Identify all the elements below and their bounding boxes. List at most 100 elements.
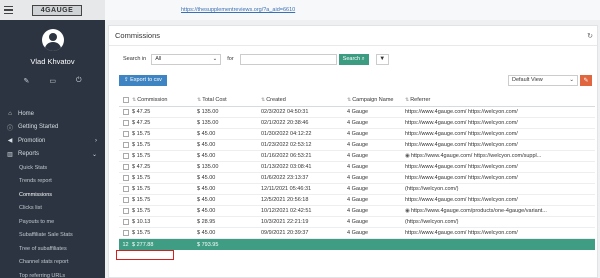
search-button[interactable]: Search ⌕ bbox=[338, 53, 369, 65]
table-row[interactable]: $ 15.75 $ 45.00 01/6/2022 23:13:37 4 Gauge h… bbox=[119, 173, 595, 184]
cell-commission: $ 15.75 bbox=[132, 142, 151, 148]
sort-icon: ⇅ bbox=[261, 96, 266, 103]
cell-referrer: ◉https://www.4gauge.com/ https://welcyon… bbox=[405, 153, 542, 159]
total-count: 12 bbox=[122, 241, 129, 248]
logo: 4GAUGE bbox=[32, 4, 82, 16]
row-checkbox[interactable] bbox=[119, 219, 130, 225]
sidebar-subitem-subaffiliate-sale-stats[interactable]: Subaffiliate Sale Stats bbox=[0, 229, 105, 243]
row-checkbox[interactable] bbox=[119, 175, 130, 181]
cell-campaign: 4 Gauge bbox=[347, 131, 369, 137]
username: Vlad Khvatov bbox=[30, 57, 75, 66]
table-row[interactable]: $ 15.75 $ 45.00 12/5/2021 20:56:18 4 Gauge h… bbox=[119, 195, 595, 206]
refresh-icon[interactable]: ↻ bbox=[587, 32, 593, 40]
eye-icon[interactable]: ◉ bbox=[405, 208, 410, 214]
commissions-panel: Commissions ↻ Search in All ⌄ for Search… bbox=[108, 25, 598, 278]
table-row[interactable]: $ 15.75 $ 45.00 01/23/2022 02:53:12 4 Gauge… bbox=[119, 140, 595, 151]
cell-campaign: 4 Gauge bbox=[347, 197, 369, 203]
filter-button[interactable]: ▼ bbox=[375, 53, 389, 65]
table-row[interactable]: $ 47.25 $ 135.00 01/13/2022 03:08:41 4 Gaug… bbox=[119, 162, 595, 173]
cell-referrer: https://www.4gauge.com/ https://welcyon.… bbox=[405, 175, 518, 181]
row-checkbox[interactable] bbox=[119, 109, 130, 115]
total-cost: $ 793.95 bbox=[197, 241, 219, 248]
sidebar-item-home[interactable]: ⌂ Home bbox=[0, 107, 105, 121]
table-header-row: ⇅Commission ⇅Total Cost ⇅Created ⇅Campai… bbox=[119, 93, 595, 107]
column-header-campaign-name[interactable]: ⇅Campaign Name bbox=[345, 97, 403, 103]
pencil-icon: ✎ bbox=[583, 77, 589, 84]
cell-referrer: ◉https://www.4gauge.com/products/one-4ga… bbox=[405, 208, 547, 214]
select-all-checkbox[interactable] bbox=[119, 96, 130, 103]
row-checkbox[interactable] bbox=[119, 208, 130, 214]
sidebar: 4GAUGE Vlad Khvatov ✎ ▭ ⏻ ⌂ Home ⓘ Getti… bbox=[0, 0, 105, 278]
sidebar-item-getting-started[interactable]: ⓘ Getting Started bbox=[0, 121, 105, 135]
cell-campaign: 4 Gauge bbox=[347, 164, 369, 170]
home-icon: ⌂ bbox=[8, 110, 12, 117]
row-checkbox[interactable] bbox=[119, 131, 130, 137]
cell-created: 01/30/2022 04:12:22 bbox=[261, 131, 312, 137]
pencil-icon[interactable]: ✎ bbox=[23, 77, 29, 85]
sidebar-item-label: Home bbox=[18, 110, 35, 117]
cell-commission: $ 15.75 bbox=[132, 208, 151, 214]
profile: Vlad Khvatov ✎ ▭ ⏻ bbox=[0, 20, 105, 107]
view-select-value: Default View bbox=[512, 77, 543, 83]
monitor-icon[interactable]: ▭ bbox=[49, 77, 56, 85]
column-header-total-cost[interactable]: ⇅Total Cost bbox=[195, 97, 259, 103]
row-checkbox[interactable] bbox=[119, 164, 130, 170]
sidebar-subitem-trends-report[interactable]: Trends report bbox=[0, 175, 105, 189]
cell-created: 10/3/2021 22:21:19 bbox=[261, 219, 309, 225]
cell-campaign: 4 Gauge bbox=[347, 142, 369, 148]
row-checkbox[interactable] bbox=[119, 197, 130, 203]
export-csv-button[interactable]: ⇪ Export to csv bbox=[119, 74, 167, 86]
row-checkbox[interactable] bbox=[119, 120, 130, 126]
cell-created: 10/12/2021 02:42:51 bbox=[261, 208, 312, 214]
sidebar-subitem-payouts[interactable]: Payouts to me bbox=[0, 215, 105, 229]
cell-referrer: https://www.4gauge.com/ https://welcyon.… bbox=[405, 142, 518, 148]
cell-referrer: (https://welcyon.com/) bbox=[405, 219, 459, 225]
chart-icon: ▥ bbox=[7, 151, 13, 158]
search-input[interactable] bbox=[239, 53, 337, 65]
cell-total-cost: $ 135.00 bbox=[197, 164, 219, 170]
sidebar-subitem-channel-stats[interactable]: Channel stats report bbox=[0, 256, 105, 270]
table-toolbar: ⇪ Export to csv Default View ⌄ ✎ bbox=[109, 72, 597, 88]
table-row[interactable]: $ 15.75 $ 45.00 01/16/2022 06:53:21 4 Gauge… bbox=[119, 151, 595, 162]
column-header-commission[interactable]: ⇅Commission bbox=[130, 97, 195, 103]
sidebar-subitem-commissions[interactable]: Commissions bbox=[0, 188, 105, 202]
view-select[interactable]: Default View ⌄ bbox=[508, 74, 578, 86]
row-checkbox[interactable] bbox=[119, 230, 130, 236]
cell-total-cost: $ 45.00 bbox=[197, 142, 216, 148]
sidebar-subitem-top-referring-urls[interactable]: Top referring URLs bbox=[0, 269, 105, 278]
highlight-box bbox=[116, 250, 174, 260]
table-row[interactable]: $ 47.25 $ 135.00 02/1/2022 20:38:46 4 Gauge… bbox=[119, 118, 595, 129]
cell-created: 01/6/2022 23:13:37 bbox=[261, 175, 309, 181]
sidebar-subitem-tree-of-subaffiliates[interactable]: Tree of subaffiliates bbox=[0, 242, 105, 256]
table-row[interactable]: $ 15.75 $ 45.00 10/12/2021 02:42:51 4 Gauge… bbox=[119, 206, 595, 217]
eye-icon[interactable]: ◉ bbox=[405, 153, 410, 159]
sidebar-item-reports[interactable]: ▥ Reports ⌄ bbox=[0, 148, 105, 162]
sidebar-subitem-clicks-list[interactable]: Clicks list bbox=[0, 202, 105, 216]
row-checkbox[interactable] bbox=[119, 186, 130, 192]
cell-campaign: 4 Gauge bbox=[347, 109, 369, 115]
table-row[interactable]: $ 15.75 $ 45.00 01/30/2022 04:12:22 4 Gauge… bbox=[119, 129, 595, 140]
cell-total-cost: $ 45.00 bbox=[197, 197, 216, 203]
table-row[interactable]: $ 47.25 $ 135.00 02/3/2022 04:50:31 4 Gauge… bbox=[119, 107, 595, 118]
power-icon[interactable]: ⏻ bbox=[76, 77, 82, 85]
edit-view-button[interactable]: ✎ bbox=[580, 74, 592, 86]
sort-icon: ⇅ bbox=[405, 96, 410, 103]
table-row[interactable]: $ 10.13 $ 28.95 10/3/2021 22:21:19 4 Gauge (… bbox=[119, 217, 595, 228]
table-row[interactable]: $ 15.75 $ 45.00 09/9/2021 20:39:37 4 Gauge h… bbox=[119, 228, 595, 239]
column-header-referrer[interactable]: ⇅Referrer bbox=[403, 97, 593, 103]
row-checkbox[interactable] bbox=[119, 153, 130, 159]
sort-icon: ⇅ bbox=[197, 96, 202, 103]
hamburger-menu-icon[interactable] bbox=[4, 3, 18, 17]
row-checkbox[interactable] bbox=[119, 142, 130, 148]
sort-icon: ⇅ bbox=[132, 96, 137, 103]
search-in-select[interactable]: All ⌄ bbox=[151, 53, 222, 65]
column-header-created[interactable]: ⇅Created bbox=[259, 97, 345, 103]
affiliate-url-link[interactable]: https://thesupplementreviews.org/?a_aid=… bbox=[181, 7, 295, 13]
filter-bar: Search in All ⌄ for Search ⌕ ▼ bbox=[109, 50, 597, 68]
sidebar-item-promotion[interactable]: ◀ Promotion › bbox=[0, 134, 105, 148]
cell-commission: $ 10.13 bbox=[132, 219, 151, 225]
chevron-down-icon: ⌄ bbox=[91, 151, 97, 158]
cell-total-cost: $ 135.00 bbox=[197, 120, 219, 126]
sidebar-subitem-quick-stats[interactable]: Quick Stats bbox=[0, 161, 105, 175]
table-row[interactable]: $ 15.75 $ 45.00 12/11/2021 05:46:31 4 Gauge… bbox=[119, 184, 595, 195]
